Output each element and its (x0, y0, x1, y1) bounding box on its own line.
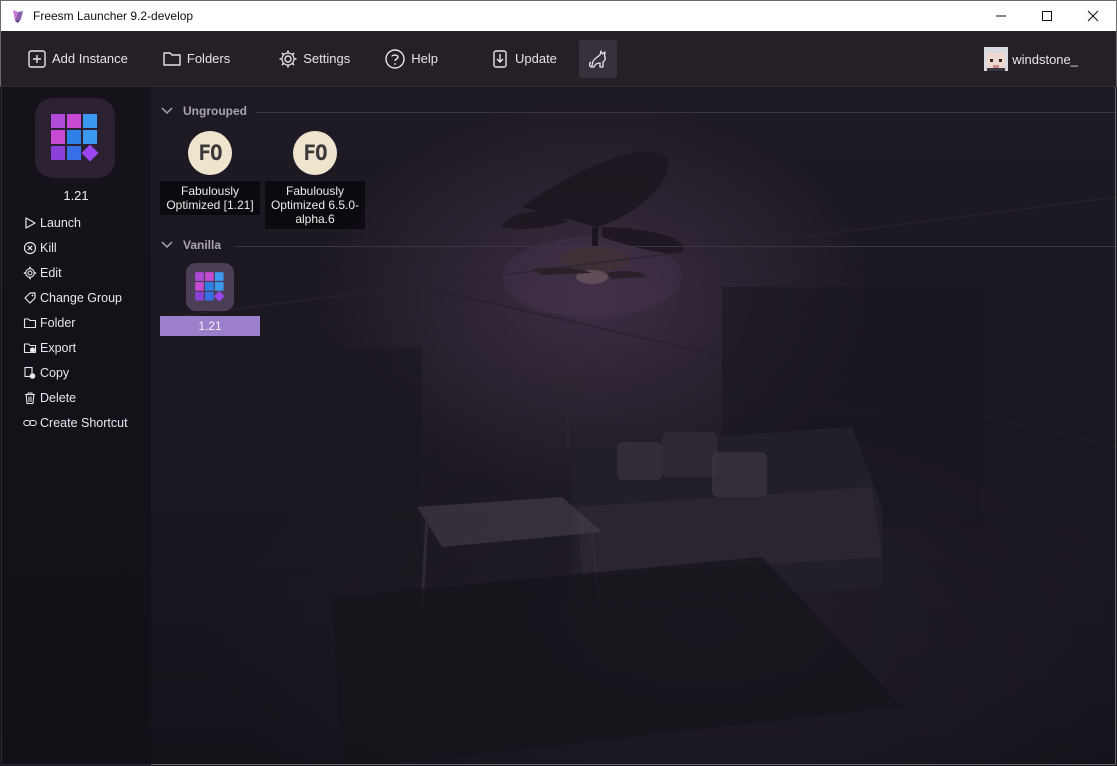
export-button[interactable]: Export (23, 335, 128, 360)
instance-tile[interactable]: FO Fabulously Optimized 6.5.0-alpha.6 (265, 131, 365, 229)
play-icon (25, 216, 36, 229)
account-name: windstone_ (1012, 51, 1078, 67)
chevron-down-icon (161, 107, 173, 115)
update-label: Update (514, 51, 557, 66)
edit-label: Edit (40, 265, 62, 280)
kill-label: Kill (40, 240, 57, 255)
create-shortcut-button[interactable]: Create Shortcut (23, 410, 128, 435)
minimize-icon (996, 15, 1006, 17)
help-label: Help (411, 51, 438, 66)
title-bar: Freesm Launcher 9.2-develop (0, 0, 1117, 31)
instance-label: 1.21 (160, 316, 260, 336)
instance-label: Fabulously Optimized 6.5.0-alpha.6 (265, 181, 365, 229)
instance-tile-selected[interactable]: 1.21 (160, 263, 260, 336)
delete-label: Delete (40, 390, 77, 405)
folder-icon (23, 317, 37, 328)
folder-icon (163, 51, 181, 66)
puzzle-grid-icon (51, 114, 99, 162)
create-shortcut-label: Create Shortcut (40, 415, 128, 430)
folders-label: Folders (186, 51, 231, 66)
fabulously-optimized-icon: FO (188, 131, 232, 175)
export-icon (23, 342, 37, 353)
launch-button[interactable]: Launch (23, 210, 128, 235)
app-logo-icon (13, 10, 23, 23)
avatar (984, 47, 1009, 71)
change-group-button[interactable]: Change Group (23, 285, 128, 310)
add-instance-button[interactable]: Add Instance (19, 40, 136, 78)
maximize-button[interactable] (1024, 1, 1070, 31)
instance-label: Fabulously Optimized [1.21] (160, 181, 260, 215)
copy-label: Copy (40, 365, 70, 380)
main-toolbar: Add Instance Folders Settings Help Updat… (0, 31, 1117, 87)
help-icon (385, 48, 405, 69)
change-group-label: Change Group (40, 290, 123, 305)
group-divider (235, 246, 1115, 247)
selected-instance-name: 1.21 (63, 188, 89, 203)
chevron-down-icon (161, 241, 173, 249)
update-button[interactable]: Update (482, 40, 565, 78)
kill-button[interactable]: Kill (23, 235, 128, 260)
launch-label: Launch (40, 215, 82, 230)
kill-icon (23, 241, 37, 254)
group-header-ungrouped[interactable]: Ungrouped (160, 104, 1115, 118)
puzzle-grid-icon (195, 272, 225, 302)
folders-button[interactable]: Folders (154, 40, 238, 78)
minimize-button[interactable] (978, 1, 1024, 31)
cat-button[interactable] (578, 39, 617, 78)
copy-button[interactable]: Copy (23, 360, 128, 385)
instance-actions: Launch Kill Edit Change Group Folder Exp… (23, 210, 128, 435)
copy-icon (24, 366, 36, 379)
selected-instance-icon[interactable] (35, 98, 115, 178)
settings-button[interactable]: Settings (270, 40, 358, 78)
download-icon (493, 49, 507, 68)
vanilla-instance-icon (186, 263, 234, 311)
add-instance-label: Add Instance (52, 51, 128, 66)
close-button[interactable] (1070, 1, 1116, 31)
export-label: Export (40, 340, 77, 355)
group-divider (255, 112, 1115, 113)
settings-label: Settings (303, 51, 351, 66)
tag-icon (24, 291, 36, 304)
trash-icon (25, 391, 35, 404)
add-square-icon (28, 49, 46, 68)
delete-button[interactable]: Delete (23, 385, 128, 410)
gear-icon (279, 50, 297, 67)
instance-tile[interactable]: FO Fabulously Optimized [1.21] (160, 131, 260, 215)
gear-icon (23, 266, 37, 279)
link-icon (23, 419, 37, 426)
help-button[interactable]: Help (376, 40, 446, 78)
account-button[interactable]: windstone_ (984, 40, 1078, 78)
folder-label: Folder (40, 315, 76, 330)
group-name: Ungrouped (183, 104, 247, 118)
close-icon (1087, 10, 1099, 22)
window-title: Freesm Launcher 9.2-develop (33, 9, 194, 23)
group-name: Vanilla (183, 238, 222, 252)
folder-button[interactable]: Folder (23, 310, 128, 335)
edit-button[interactable]: Edit (23, 260, 128, 285)
maximize-icon (1042, 11, 1052, 21)
instance-sidebar: 1.21 Launch Kill Edit Change Group Folde… (1, 87, 151, 765)
cat-icon (588, 49, 606, 68)
fabulously-optimized-icon: FO (293, 131, 337, 175)
group-header-vanilla[interactable]: Vanilla (160, 238, 1115, 252)
